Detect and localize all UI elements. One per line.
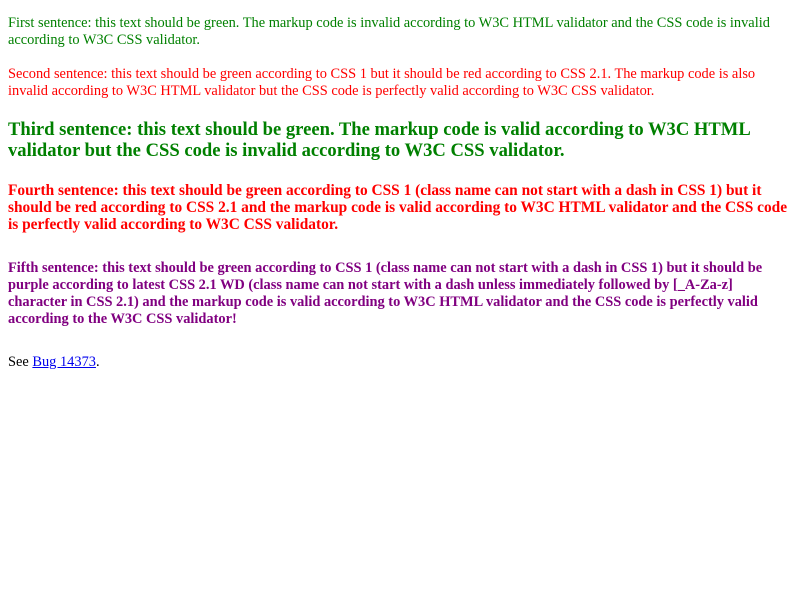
second-sentence: Second sentence: this text should be gre… (8, 66, 756, 99)
see-bug-line: See Bug 14373. (8, 354, 792, 371)
see-prefix: See (8, 354, 33, 370)
see-suffix: . (95, 354, 100, 370)
bug-link[interactable]: Bug 14373 (32, 354, 96, 370)
third-sentence: Third sentence: this text should be gree… (8, 119, 750, 161)
page: First sentence: this text should be gree… (0, 0, 800, 600)
fourth-sentence: Fourth sentence: this text should be gre… (8, 182, 788, 233)
first-sentence: First sentence: this text should be gree… (8, 15, 770, 48)
fifth-sentence: Fifth sentence: this text should be gree… (8, 260, 763, 327)
